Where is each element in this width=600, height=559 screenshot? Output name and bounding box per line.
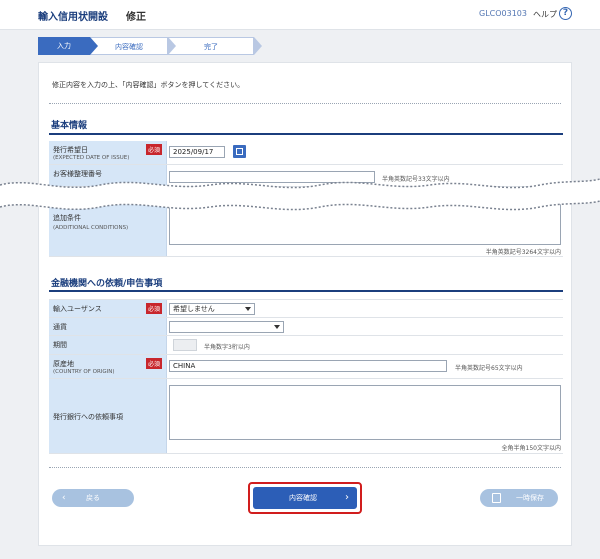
step-arrow-icon xyxy=(168,37,176,55)
screen-code: GLCO03103 xyxy=(479,9,527,18)
label-cell: 輸入ユーザンス 必須 xyxy=(49,300,167,317)
origin-sublabel: (COUNTRY OF ORIGIN) xyxy=(53,369,115,375)
currency-label: 通貨 xyxy=(53,323,67,331)
usance-select[interactable]: 希望しません xyxy=(169,303,255,315)
issue-date-input[interactable]: 2025/09/17 xyxy=(169,146,225,158)
save-draft-button[interactable]: 一時保存 xyxy=(480,489,558,507)
required-badge: 必須 xyxy=(145,144,162,155)
issue-date-sublabel: (EXPECTED DATE OF ISSUE) xyxy=(53,155,130,161)
calendar-icon[interactable] xyxy=(233,145,246,158)
step-complete: 完了 xyxy=(168,37,254,55)
save-draft-label: 一時保存 xyxy=(516,494,544,502)
bank-request-hint: 全角半角150文字以内 xyxy=(501,445,561,452)
period-input[interactable] xyxy=(173,339,197,351)
row-usance: 輸入ユーザンス 必須 希望しません xyxy=(49,299,563,318)
divider xyxy=(49,467,561,468)
origin-label: 原産地 xyxy=(53,360,74,368)
step-arrow-icon xyxy=(90,37,98,55)
label-cell: 原産地 (COUNTRY OF ORIGIN) 必須 xyxy=(49,355,167,378)
origin-hint: 半角英数記号65文字以内 xyxy=(455,365,523,372)
back-button-label: 戻る xyxy=(86,494,100,502)
bank-request-label: 発行銀行への依頼事項 xyxy=(53,413,123,421)
label-cell: 通貨 xyxy=(49,318,167,335)
save-icon xyxy=(492,493,501,503)
usance-value: 希望しません xyxy=(173,305,215,313)
label-cell: 発行希望日 (EXPECTED DATE OF ISSUE) 必須 xyxy=(49,141,167,164)
row-issue-date: 発行希望日 (EXPECTED DATE OF ISSUE) 必須 2025/0… xyxy=(49,141,563,165)
content-omitted-tear xyxy=(0,178,600,211)
label-cell: 発行銀行への依頼事項 xyxy=(49,379,167,453)
page-title: 輸入信用状開設 xyxy=(38,12,108,23)
origin-input[interactable]: CHINA xyxy=(169,360,447,372)
divider xyxy=(49,103,561,104)
step-confirm: 内容確認 xyxy=(90,37,168,55)
section-underline xyxy=(49,290,563,292)
step-input: 入力 xyxy=(38,37,90,55)
confirm-button-label: 内容確認 xyxy=(289,494,317,502)
help-icon[interactable]: ? xyxy=(559,7,572,20)
chevron-down-icon xyxy=(274,325,280,329)
help-link[interactable]: ヘルプ xyxy=(533,9,557,20)
row-origin: 原産地 (COUNTRY OF ORIGIN) 必須 CHINA 半角英数記号6… xyxy=(49,355,563,379)
row-currency: 通貨 xyxy=(49,318,563,336)
required-badge: 必須 xyxy=(145,303,162,314)
page-subtitle: 修正 xyxy=(126,12,146,23)
period-hint: 半角数字3桁以内 xyxy=(204,344,250,351)
form-panel: 修正内容を入力の上、「内容確認」ボタンを押してください。 基本情報 発行希望日 … xyxy=(38,62,572,546)
currency-select[interactable] xyxy=(169,321,284,333)
additional-conditions-sublabel: (ADDITIONAL CONDITIONS) xyxy=(53,225,129,231)
chevron-down-icon xyxy=(245,307,251,311)
instruction-text: 修正内容を入力の上、「内容確認」ボタンを押してください。 xyxy=(52,81,245,89)
chevron-right-icon: › xyxy=(345,492,349,503)
additional-conditions-hint: 半角英数記号3264文字以内 xyxy=(485,249,561,256)
usance-label: 輸入ユーザンス xyxy=(53,305,102,313)
row-period: 期間 半角数字3桁以内 xyxy=(49,336,563,355)
section-underline xyxy=(49,133,563,135)
step-arrow-icon xyxy=(254,37,262,55)
back-button[interactable]: ‹ 戻る xyxy=(52,489,134,507)
additional-conditions-label: 追加条件 xyxy=(53,214,81,222)
app-header: 輸入信用状開設 修正 GLCO03103 ヘルプ ? xyxy=(0,0,600,30)
progress-steps: 完了 内容確認 入力 xyxy=(38,37,262,55)
confirm-button[interactable]: 内容確認 › xyxy=(253,487,357,509)
bank-request-textarea[interactable] xyxy=(169,385,561,440)
label-cell: 期間 xyxy=(49,336,167,354)
issue-date-label: 発行希望日 xyxy=(53,146,88,154)
chevron-left-icon: ‹ xyxy=(62,493,66,503)
period-label: 期間 xyxy=(53,341,67,349)
section-title-basic: 基本情報 xyxy=(51,121,88,131)
section-title-finance: 金融機関への依頼/申告事項 xyxy=(51,279,163,289)
row-bank-request: 発行銀行への依頼事項 全角半角150文字以内 xyxy=(49,379,563,454)
required-badge: 必須 xyxy=(145,358,162,369)
